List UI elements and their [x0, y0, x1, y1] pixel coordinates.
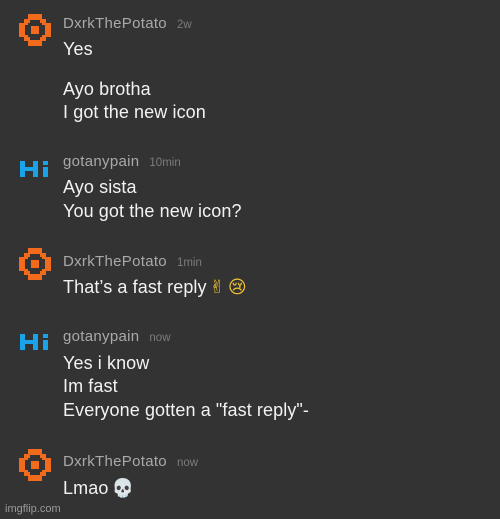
avatar[interactable] [19, 152, 51, 184]
username[interactable]: DxrkThePotato [63, 253, 167, 270]
message-header: gotanypain 10min [63, 153, 181, 171]
timestamp: 10min [149, 157, 181, 169]
hi-logo-icon [20, 161, 48, 177]
message-text: That’s a fast reply ✌ 😢 [63, 277, 247, 298]
potato-logo-icon [19, 14, 51, 46]
username[interactable]: DxrkThePotato [63, 453, 167, 470]
potato-logo-icon [19, 449, 51, 481]
message-header: DxrkThePotato now [63, 453, 198, 471]
timestamp: 1min [176, 257, 202, 269]
skull-emoji-icon: 💀 [111, 478, 134, 499]
hi-logo-icon [20, 334, 48, 350]
timestamp: 2w [176, 19, 192, 31]
message-text: Yes i know [63, 353, 150, 373]
message-text: Lmao 💀 [63, 478, 134, 499]
message-text-content: Lmao [63, 478, 109, 498]
avatar[interactable] [19, 14, 51, 46]
potato-logo-icon [19, 248, 51, 280]
username[interactable]: DxrkThePotato [63, 15, 167, 32]
avatar[interactable] [19, 248, 51, 280]
victory-hand-emoji-icon: ✌ [209, 277, 225, 298]
crying-face-emoji-icon: 😢 [227, 277, 247, 298]
username[interactable]: gotanypain [63, 153, 139, 170]
message-header: gotanypain now [63, 328, 171, 346]
message-text: Everyone gotten a "fast reply"- [63, 400, 310, 420]
message-text: Ayo brotha [63, 79, 151, 99]
message-header: DxrkThePotato 1min [63, 253, 202, 271]
timestamp: now [176, 457, 199, 469]
message-text: I got the new icon [63, 102, 206, 122]
timestamp: now [149, 332, 171, 344]
message-text: You got the new icon? [63, 201, 242, 221]
message-text: Yes [63, 39, 93, 59]
username[interactable]: gotanypain [63, 328, 139, 345]
message-text-content: That’s a fast reply [63, 277, 207, 297]
message-text: Im fast [63, 376, 118, 396]
message-header: DxrkThePotato 2w [63, 15, 192, 33]
avatar[interactable] [19, 325, 51, 357]
message-text: Ayo sista [63, 177, 137, 197]
avatar[interactable] [19, 449, 51, 481]
watermark: imgflip.com [5, 503, 61, 515]
